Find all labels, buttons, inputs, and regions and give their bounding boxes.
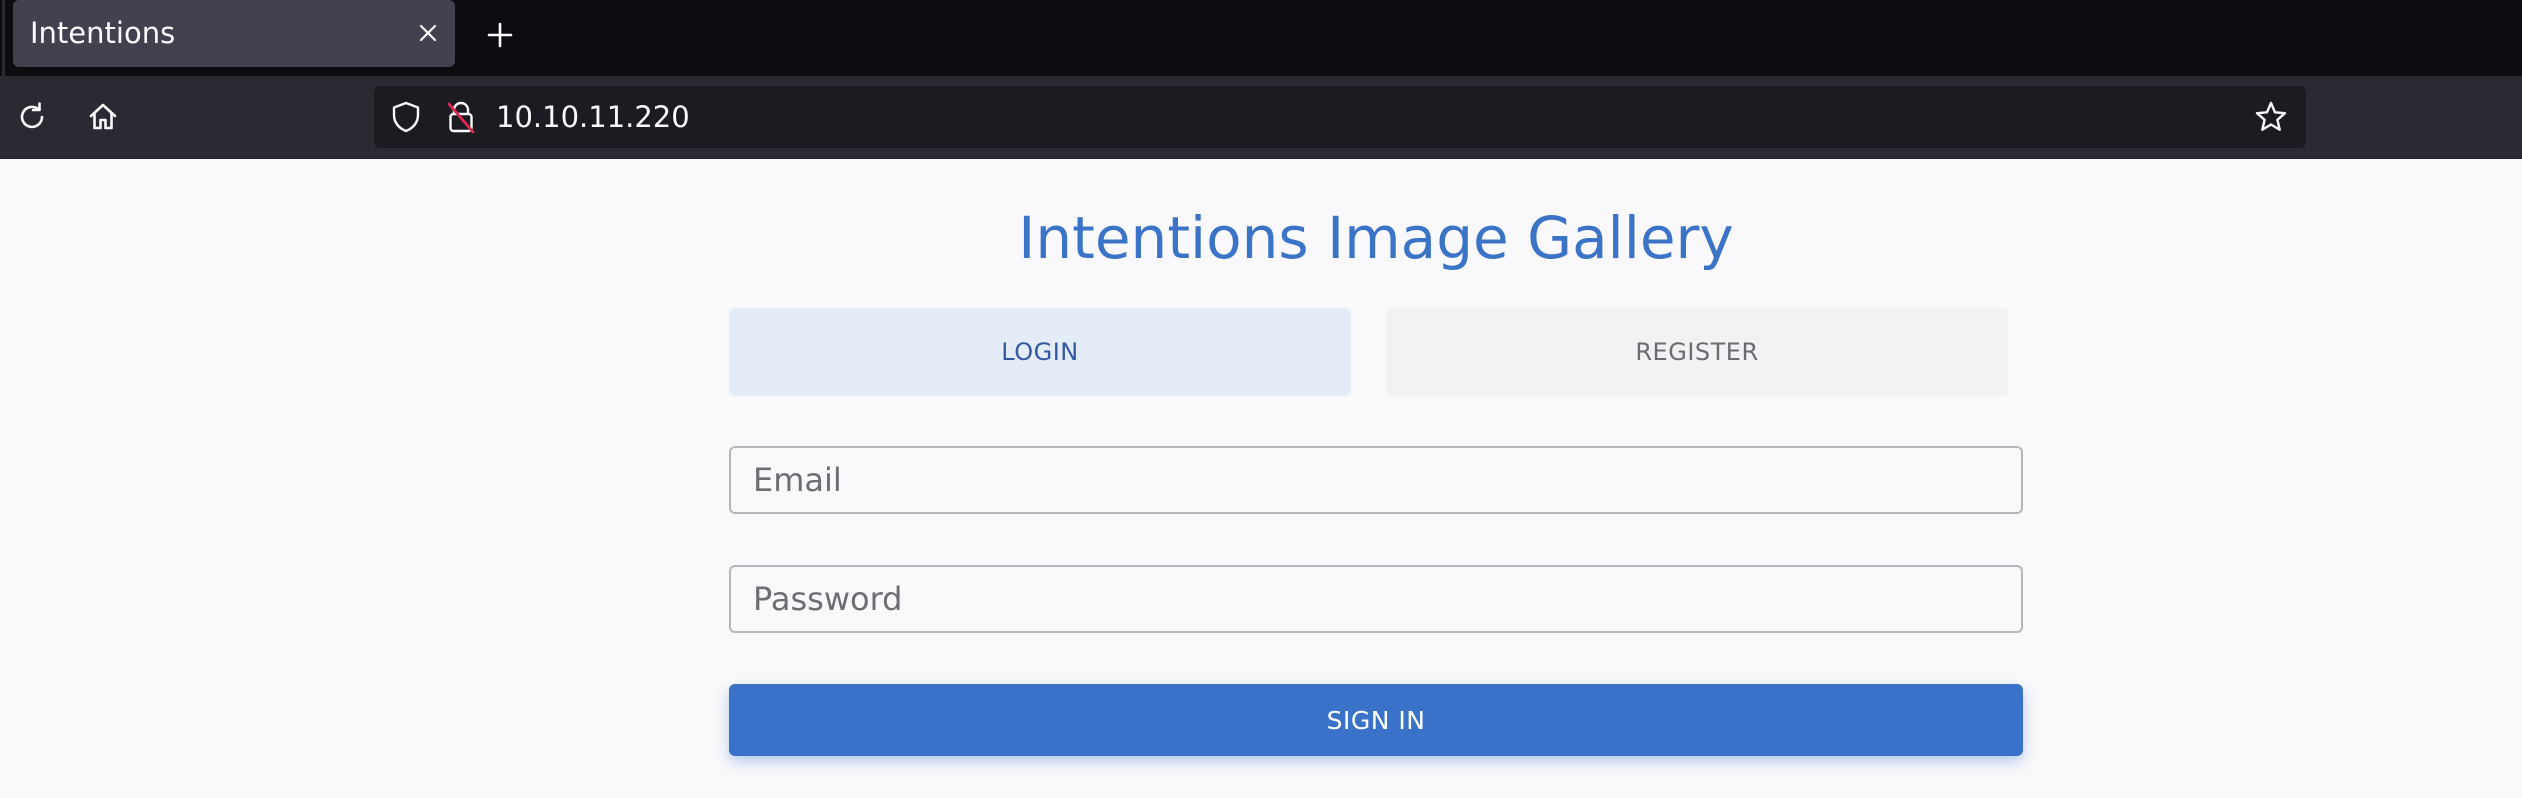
home-button[interactable] (82, 96, 124, 138)
tab-strip-edge (2, 0, 5, 76)
reload-button[interactable] (11, 96, 53, 138)
sign-in-button[interactable]: SIGN IN (729, 684, 2023, 756)
shield-icon[interactable] (389, 100, 423, 134)
insecure-lock-icon[interactable] (444, 100, 478, 134)
url-bar[interactable]: 10.10.11.220 (374, 86, 2306, 148)
page-title: Intentions Image Gallery (1018, 204, 1734, 272)
browser-tab[interactable]: Intentions (13, 0, 455, 67)
reload-icon (20, 102, 44, 129)
home-icon (89, 103, 117, 130)
plus-icon (487, 22, 513, 48)
tab-title: Intentions (30, 16, 176, 50)
tab-login[interactable]: LOGIN (729, 308, 1351, 396)
email-field[interactable] (729, 446, 2023, 514)
page-content: Intentions Image Gallery LOGIN REGISTER … (0, 159, 2522, 798)
password-field[interactable] (729, 565, 2023, 633)
tab-register[interactable]: REGISTER (1386, 308, 2008, 396)
url-text[interactable]: 10.10.11.220 (496, 99, 690, 135)
navigation-toolbar: 10.10.11.220 (0, 76, 2522, 159)
new-tab-button[interactable] (480, 15, 520, 55)
tab-strip: Intentions (0, 0, 2522, 76)
close-icon[interactable] (411, 16, 445, 50)
bookmark-star-icon[interactable] (2254, 100, 2288, 134)
